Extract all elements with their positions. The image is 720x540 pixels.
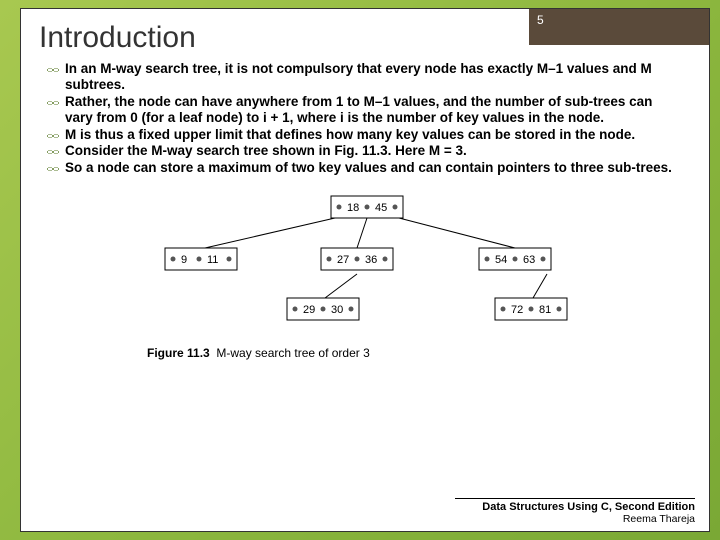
- node-value: 29: [303, 304, 315, 316]
- bullet-item: M is thus a fixed upper limit that defin…: [65, 127, 683, 143]
- bullet-item: Rather, the node can have anywhere from …: [65, 94, 683, 127]
- node-value: 36: [365, 254, 377, 266]
- node-value: 81: [539, 304, 551, 316]
- bullet-item: Consider the M-way search tree shown in …: [65, 143, 683, 159]
- tree-node-root: 18 45: [331, 196, 403, 218]
- node-value: 63: [523, 254, 535, 266]
- node-value: 45: [375, 202, 387, 214]
- tree-node: 54 63: [479, 248, 551, 270]
- node-value: 54: [495, 254, 507, 266]
- node-value: 18: [347, 202, 359, 214]
- bullet-list: In an M-way search tree, it is not compu…: [21, 61, 709, 176]
- tree-node: 9 11: [165, 248, 237, 270]
- node-value: 11: [207, 254, 218, 266]
- page-number-box: 5: [529, 9, 709, 45]
- tree-node: 72 81: [495, 298, 567, 320]
- footer: Data Structures Using C, Second Edition …: [455, 498, 695, 525]
- bullet-item: So a node can store a maximum of two key…: [65, 160, 683, 176]
- node-value: 9: [181, 254, 187, 266]
- page-title: Introduction: [39, 21, 529, 55]
- node-value: 27: [337, 254, 349, 266]
- node-value: 30: [331, 304, 343, 316]
- slide: Introduction 5 In an M-way search tree, …: [20, 8, 710, 532]
- figure-label: Figure 11.3: [147, 346, 210, 360]
- figure-caption-text: M-way search tree of order 3: [216, 346, 369, 360]
- tree-diagram: 18 45 9 11 27 36: [135, 190, 595, 340]
- header: Introduction 5: [21, 9, 709, 61]
- tree-node: 27 36: [321, 248, 393, 270]
- tree-node: 29 30: [287, 298, 359, 320]
- figure-caption: Figure 11.3 M-way search tree of order 3: [135, 346, 595, 360]
- footer-author: Reema Thareja: [455, 513, 695, 525]
- node-value: 72: [511, 304, 523, 316]
- footer-title: Data Structures Using C, Second Edition: [455, 501, 695, 513]
- figure: 18 45 9 11 27 36: [135, 190, 595, 360]
- bullet-item: In an M-way search tree, it is not compu…: [65, 61, 683, 94]
